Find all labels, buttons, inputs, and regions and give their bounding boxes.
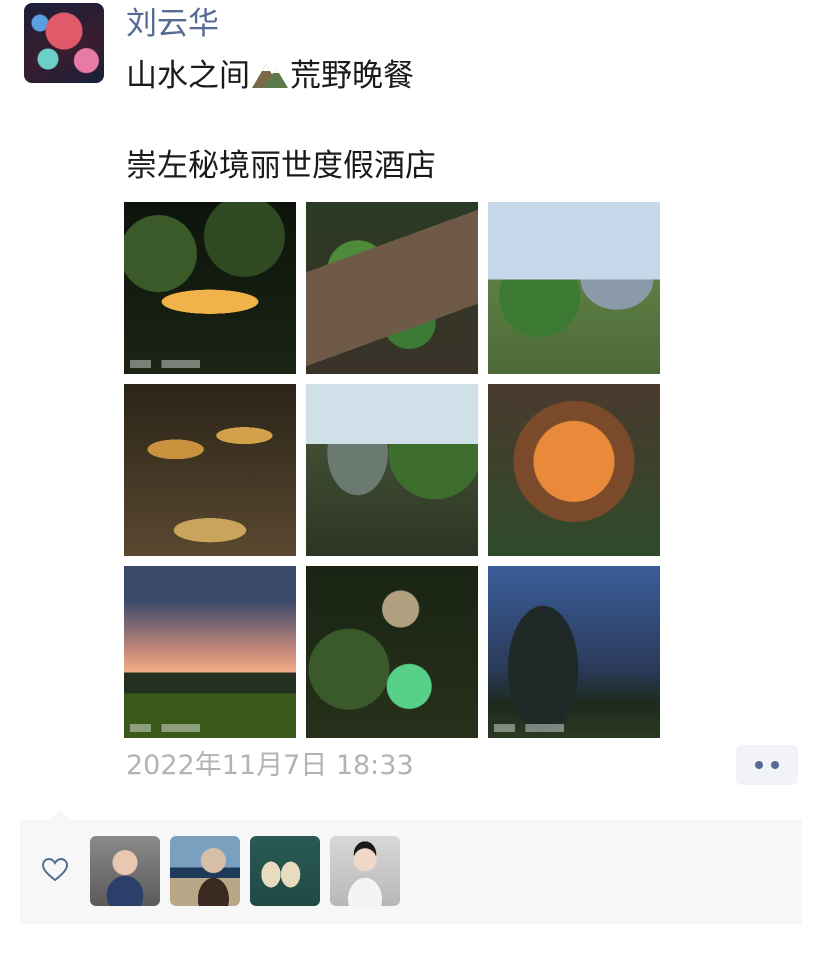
liker-avatar[interactable] [90, 836, 160, 906]
post-text-line-2: 崇左秘境丽世度假酒店 [126, 148, 436, 184]
author-avatar[interactable] [24, 3, 104, 83]
author-name[interactable]: 刘云华 [126, 4, 219, 44]
dot-icon [771, 761, 779, 769]
post-timestamp: 2022年11月7日 18:33 [126, 750, 414, 781]
likes-panel [20, 810, 802, 924]
photo-watermark [130, 360, 200, 368]
photo-chefs-cooking[interactable] [124, 384, 296, 556]
photo-watermark [494, 724, 564, 732]
photo-grid [124, 202, 660, 738]
photo-grill-fire[interactable] [488, 384, 660, 556]
photo-sunset-karst-field[interactable] [124, 566, 296, 738]
photo-karst-mountain-kitchen[interactable] [306, 384, 478, 556]
post-text-line-1: 山水之间 荒野晚餐 [126, 56, 414, 96]
photo-leaf-table-setting[interactable] [306, 202, 478, 374]
more-actions-button[interactable] [736, 745, 798, 785]
liker-avatar[interactable] [330, 836, 400, 906]
photo-karst-night-light[interactable] [488, 566, 660, 738]
liker-avatar[interactable] [170, 836, 240, 906]
post-text-part-b: 荒野晚餐 [290, 58, 414, 94]
photo-green-cocktail[interactable] [306, 566, 478, 738]
mountain-emoji-icon [252, 64, 288, 88]
dot-icon [755, 761, 763, 769]
heart-icon [42, 858, 68, 882]
photo-watermark [130, 724, 200, 732]
liker-avatar[interactable] [250, 836, 320, 906]
post-text-part-a: 山水之间 [126, 58, 250, 94]
photo-night-dinner-table[interactable] [124, 202, 296, 374]
photo-outdoor-banquet[interactable] [488, 202, 660, 374]
